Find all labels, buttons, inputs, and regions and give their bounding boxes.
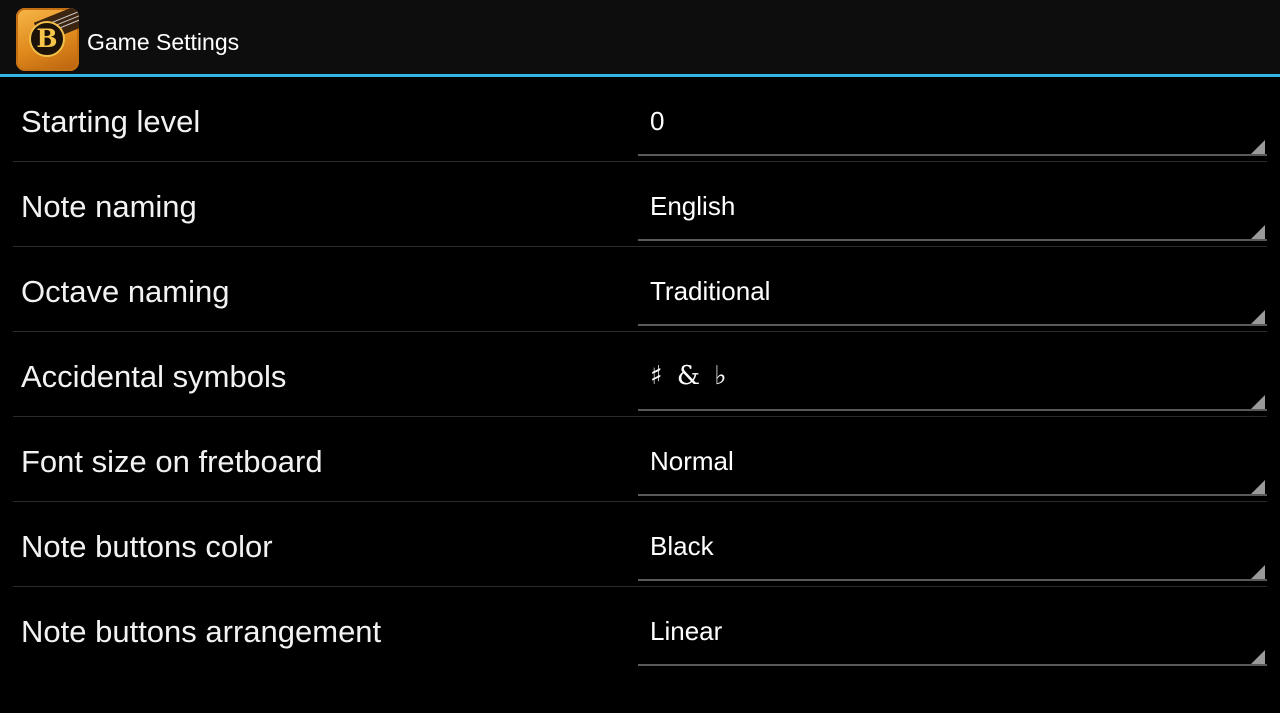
spinner-underline	[638, 579, 1267, 581]
setting-label: Starting level	[21, 104, 201, 139]
spinner-value: ♯ & ♭	[650, 361, 727, 391]
spinner-underline	[638, 494, 1267, 496]
spinner-underline	[638, 154, 1267, 156]
dropdown-corner-icon	[1251, 310, 1265, 324]
spinner-underline	[638, 664, 1267, 666]
settings-list: Starting level 0 Note naming English Oct…	[0, 77, 1280, 672]
setting-label: Note buttons color	[21, 529, 273, 564]
app-logo-icon[interactable]: B	[16, 8, 79, 71]
spinner-value: Normal	[650, 446, 734, 476]
setting-row-note-buttons-arrangement: Note buttons arrangement Linear	[13, 587, 1267, 672]
note-buttons-arrangement-spinner[interactable]: Linear	[638, 587, 1267, 669]
setting-row-starting-level: Starting level 0	[13, 77, 1267, 162]
spinner-underline	[638, 324, 1267, 326]
setting-row-accidental-symbols: Accidental symbols ♯ & ♭	[13, 332, 1267, 417]
setting-row-octave-naming: Octave naming Traditional	[13, 247, 1267, 332]
accidental-symbols-spinner[interactable]: ♯ & ♭	[638, 332, 1267, 414]
setting-row-note-buttons-color: Note buttons color Black	[13, 502, 1267, 587]
spinner-value: English	[650, 191, 736, 221]
setting-label: Accidental symbols	[21, 359, 287, 394]
setting-label: Font size on fretboard	[21, 444, 323, 479]
spinner-value: Black	[650, 531, 714, 561]
setting-row-font-size: Font size on fretboard Normal	[13, 417, 1267, 502]
dropdown-corner-icon	[1251, 225, 1265, 239]
dropdown-corner-icon	[1251, 480, 1265, 494]
spinner-value: Linear	[650, 616, 723, 646]
octave-naming-spinner[interactable]: Traditional	[638, 247, 1267, 329]
setting-label: Note buttons arrangement	[21, 614, 382, 649]
dropdown-corner-icon	[1251, 395, 1265, 409]
setting-row-note-naming: Note naming English	[13, 162, 1267, 247]
starting-level-spinner[interactable]: 0	[638, 77, 1267, 159]
dropdown-corner-icon	[1251, 140, 1265, 154]
spinner-value: Traditional	[650, 276, 771, 306]
setting-label: Octave naming	[21, 274, 230, 309]
dropdown-corner-icon	[1251, 650, 1265, 664]
spinner-underline	[638, 239, 1267, 241]
action-bar: B Game Settings	[0, 0, 1280, 77]
note-naming-spinner[interactable]: English	[638, 162, 1267, 244]
dropdown-corner-icon	[1251, 565, 1265, 579]
spinner-value: 0	[650, 106, 665, 136]
app-logo-letter: B	[29, 21, 65, 57]
page-title: Game Settings	[87, 29, 240, 55]
spinner-underline	[638, 409, 1267, 411]
font-size-spinner[interactable]: Normal	[638, 417, 1267, 499]
note-buttons-color-spinner[interactable]: Black	[638, 502, 1267, 584]
setting-label: Note naming	[21, 189, 197, 224]
